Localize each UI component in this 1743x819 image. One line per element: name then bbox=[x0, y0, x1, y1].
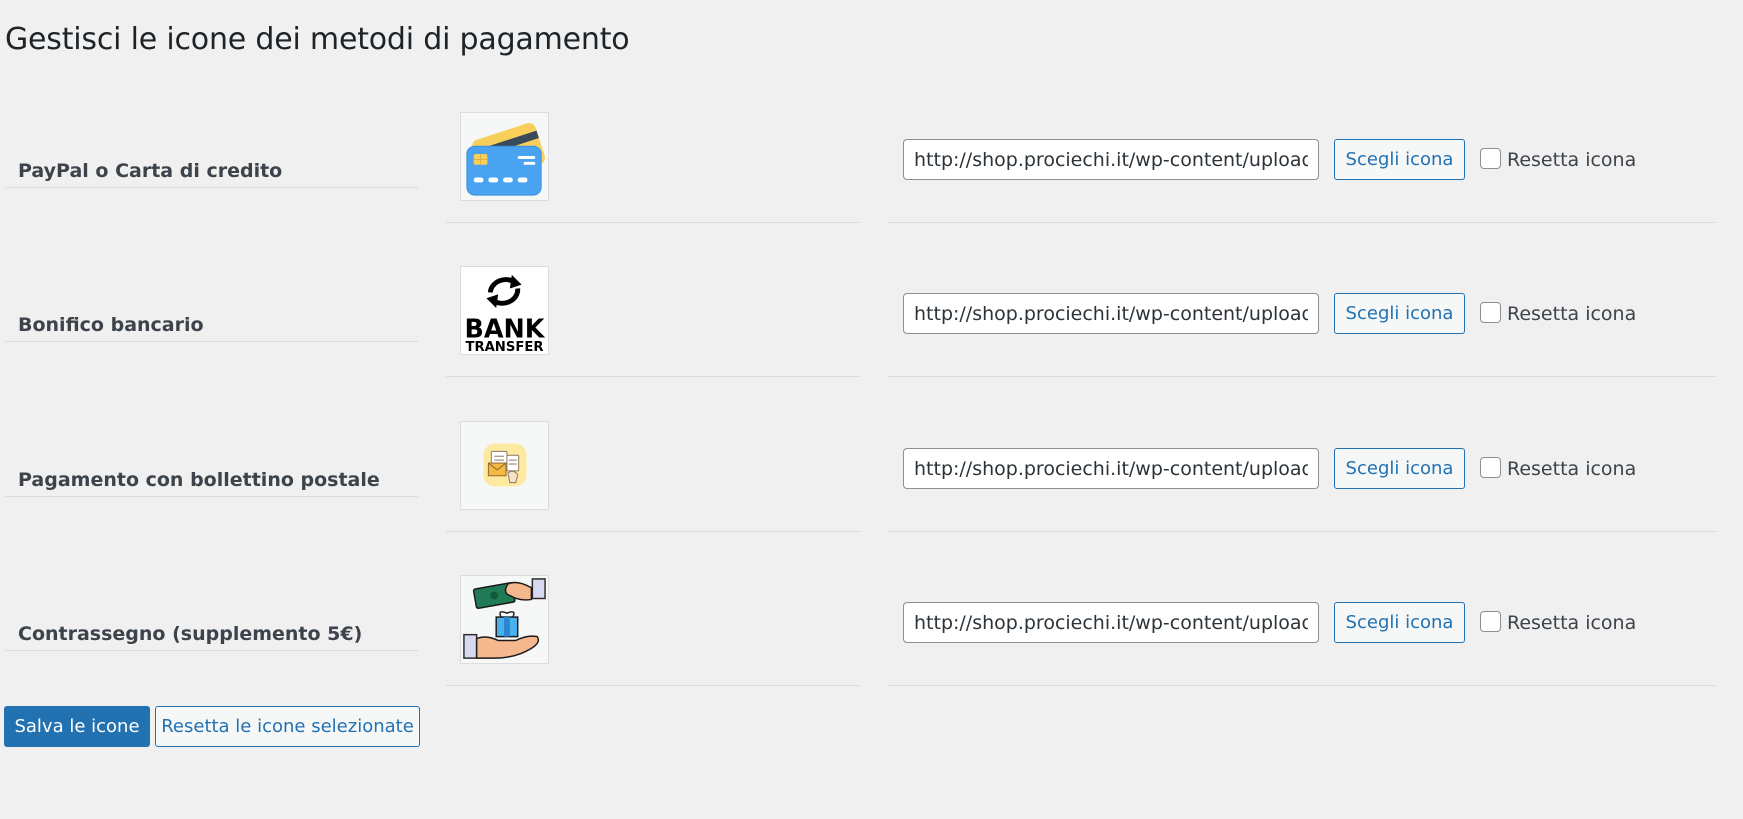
payment-method-row-postal-slip: Pagamento con bollettino postale Scegli … bbox=[0, 421, 1743, 575]
reset-icon-option[interactable]: Resetta icona bbox=[1480, 608, 1636, 638]
row-divider bbox=[887, 222, 1716, 223]
choose-icon-button[interactable]: Scegli icona bbox=[1334, 602, 1465, 643]
bank-icon-text: BANK bbox=[465, 313, 546, 343]
reset-icon-label: Resetta icona bbox=[1507, 458, 1637, 480]
credit-card-icon bbox=[460, 112, 549, 201]
icon-url-input[interactable] bbox=[903, 602, 1319, 643]
reset-selected-icons-button[interactable]: Resetta le icone selezionate bbox=[155, 706, 420, 747]
row-divider bbox=[446, 685, 860, 686]
choose-icon-button[interactable]: Scegli icona bbox=[1334, 139, 1465, 180]
reset-icon-label: Resetta icona bbox=[1507, 303, 1637, 325]
payment-method-row-bank-transfer: Bonifico bancario BANK TRANSFER Scegli i… bbox=[0, 266, 1743, 420]
reset-icon-checkbox[interactable] bbox=[1480, 610, 1501, 632]
row-divider bbox=[5, 187, 418, 188]
reset-icon-option[interactable]: Resetta icona bbox=[1480, 299, 1636, 329]
reset-icon-label: Resetta icona bbox=[1507, 149, 1637, 171]
row-divider bbox=[887, 531, 1716, 532]
page-title: Gestisci le icone dei metodi di pagament… bbox=[5, 22, 630, 57]
reset-icon-option[interactable]: Resetta icona bbox=[1480, 145, 1636, 175]
transfer-icon-text: TRANSFER bbox=[465, 340, 543, 354]
payment-method-label: Bonifico bancario bbox=[18, 314, 204, 336]
row-divider bbox=[446, 376, 860, 377]
save-icons-button[interactable]: Salva le icone bbox=[4, 706, 150, 747]
payment-method-row-paypal: PayPal o Carta di credito http://shop.pr… bbox=[0, 112, 1743, 266]
icon-url-input[interactable] bbox=[903, 448, 1319, 489]
choose-icon-button[interactable]: Scegli icona bbox=[1334, 448, 1465, 489]
icon-url-input[interactable] bbox=[903, 139, 1319, 180]
reset-icon-label: Resetta icona bbox=[1507, 612, 1637, 634]
reset-icon-option[interactable]: Resetta icona bbox=[1480, 454, 1636, 484]
payment-method-label: PayPal o Carta di credito bbox=[18, 160, 283, 182]
row-divider bbox=[5, 341, 418, 342]
choose-icon-button[interactable]: Scegli icona bbox=[1334, 293, 1465, 334]
row-divider bbox=[5, 650, 418, 651]
row-divider bbox=[446, 531, 860, 532]
payment-method-label: Pagamento con bollettino postale bbox=[18, 469, 380, 491]
row-divider bbox=[887, 376, 1716, 377]
row-divider bbox=[887, 685, 1716, 686]
payment-icons-settings-page: Gestisci le icone dei metodi di pagament… bbox=[0, 0, 1743, 819]
row-divider bbox=[446, 222, 860, 223]
cash-on-delivery-icon bbox=[460, 575, 549, 664]
reset-icon-checkbox[interactable] bbox=[1480, 456, 1501, 478]
reset-icon-checkbox[interactable] bbox=[1480, 147, 1501, 169]
reset-icon-checkbox[interactable] bbox=[1480, 301, 1501, 323]
payment-method-label: Contrassegno (supplemento 5€) bbox=[18, 623, 363, 645]
row-divider bbox=[5, 496, 418, 497]
icon-url-input[interactable] bbox=[903, 293, 1319, 334]
postal-slip-icon bbox=[460, 421, 549, 510]
bank-transfer-icon: BANK TRANSFER bbox=[460, 266, 549, 355]
